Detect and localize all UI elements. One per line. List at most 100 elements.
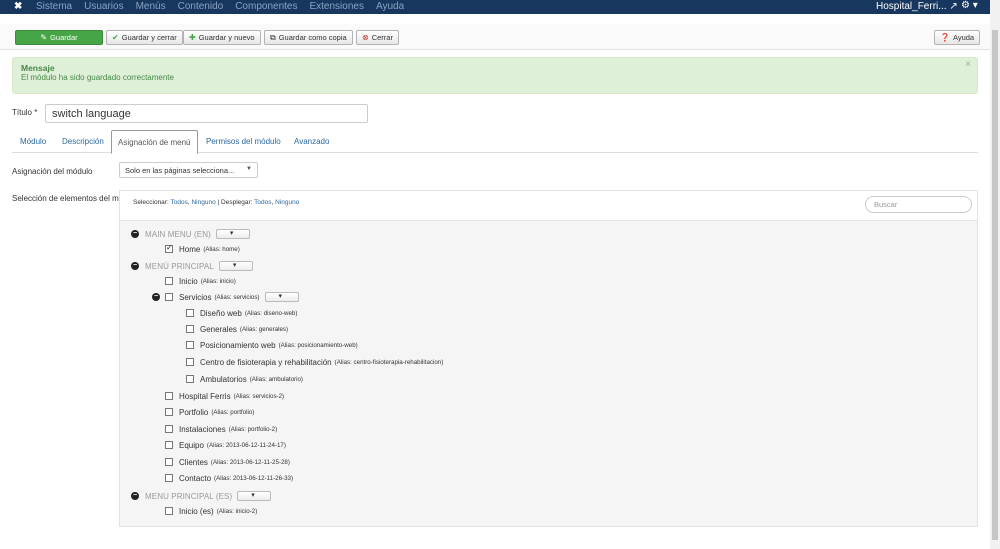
- panel-header: Seleccionar: Todos, Ninguno | Desplegar:…: [120, 191, 977, 221]
- tab-permisos[interactable]: Permisos del módulo: [200, 130, 287, 153]
- save-close-label: Guardar y cerrar: [121, 33, 177, 42]
- checkbox[interactable]: [165, 408, 173, 416]
- item-label: Equipo: [179, 440, 204, 450]
- save-copy-button[interactable]: ⧉ Guardar como copia: [264, 30, 353, 45]
- tab-avanzado[interactable]: Avanzado: [288, 130, 335, 153]
- collapse-icon[interactable]: −: [131, 262, 139, 270]
- checkbox[interactable]: [165, 392, 173, 400]
- menu-group-menu-principal-es: − MENU PRINCIPAL (ES): [131, 490, 272, 502]
- collapse-icon[interactable]: −: [131, 230, 139, 238]
- close-label: Cerrar: [371, 33, 393, 42]
- menu-group-label: MENÚ PRINCIPAL: [145, 261, 214, 271]
- expand-none-link[interactable]: Ninguno: [275, 199, 299, 206]
- item-alias: (Alias: centro-fisioterapia-rehabilitaci…: [334, 358, 444, 366]
- item-alias: (Alias: 2013-06-12-11-24-17): [206, 441, 286, 449]
- title-input[interactable]: [45, 104, 368, 123]
- item-alias: (Alias: inicio-2): [216, 507, 258, 515]
- tree-item-equipo: Equipo (Alias: 2013-06-12-11-24-17): [165, 439, 286, 451]
- checkbox[interactable]: [165, 277, 173, 285]
- tab-asignacion-menu[interactable]: Asignación de menú: [111, 130, 198, 154]
- item-dropdown-button[interactable]: [264, 292, 299, 302]
- gear-icon[interactable]: ⚙ ▾: [961, 0, 978, 11]
- tree-item-portfolio: Portfolio (Alias: portfolio): [165, 406, 254, 418]
- menu-tree-panel: Seleccionar: Todos, Ninguno | Desplegar:…: [119, 190, 978, 527]
- item-label: Portfolio: [179, 407, 209, 417]
- main-menu: Sistema Usuarios Menús Contenido Compone…: [36, 1, 404, 12]
- tree-item-fisioterapia: Centro de fisioterapia y rehabilitación …: [186, 356, 443, 368]
- assignment-value: Solo en las páginas selecciona...: [125, 165, 235, 175]
- search-input[interactable]: Buscar: [865, 196, 972, 213]
- item-label: Diseño web: [200, 308, 242, 318]
- checkbox[interactable]: [165, 474, 173, 482]
- menu-extensiones[interactable]: Extensiones: [309, 1, 363, 12]
- item-alias: (Alias: servicios): [214, 293, 260, 301]
- checkbox[interactable]: [165, 425, 173, 433]
- checkbox[interactable]: [165, 243, 173, 253]
- item-label: Centro de fisioterapia y rehabilitación: [200, 357, 332, 367]
- scrollbar[interactable]: [990, 0, 1000, 549]
- tree-item-diseno-web: Diseño web (Alias: diseno-web): [186, 307, 297, 319]
- checkbox[interactable]: [165, 293, 173, 301]
- item-alias: (Alias: posicionamiento-web): [278, 341, 358, 349]
- tab-modulo[interactable]: Módulo: [14, 130, 52, 153]
- select-none-link[interactable]: Ninguno: [191, 199, 215, 206]
- expand-all-link[interactable]: Todos: [254, 199, 271, 206]
- item-label: Generales: [200, 324, 237, 334]
- tab-descripcion[interactable]: Descripción: [56, 130, 110, 153]
- group-dropdown-button[interactable]: [218, 261, 253, 271]
- item-label: Clientes: [179, 457, 208, 467]
- joomla-logo-icon[interactable]: ✖: [14, 1, 22, 12]
- chevron-down-icon: ▼: [246, 166, 252, 172]
- item-label: Instalaciones: [179, 424, 226, 434]
- item-alias: (Alias: portfolio): [211, 408, 255, 416]
- checkbox[interactable]: [186, 375, 194, 383]
- checkbox[interactable]: [186, 325, 194, 333]
- save-close-button[interactable]: ✔ Guardar y cerrar: [106, 30, 183, 45]
- edit-icon: ✎: [40, 33, 48, 42]
- separator: |: [217, 199, 220, 206]
- toolbar: ✎ Guardar ✔ Guardar y cerrar ✚ Guardar y…: [0, 24, 990, 50]
- checkbox[interactable]: [186, 309, 194, 317]
- checkbox[interactable]: [186, 358, 194, 366]
- collapse-icon[interactable]: −: [131, 492, 139, 500]
- menu-ayuda[interactable]: Ayuda: [376, 1, 404, 12]
- title-label: Título *: [12, 108, 38, 117]
- select-all-link[interactable]: Todos: [170, 199, 187, 206]
- checkbox[interactable]: [186, 341, 194, 349]
- save-new-label: Guardar y nuevo: [198, 33, 255, 42]
- tree-item-contacto: Contacto (Alias: 2013-06-12-11-26-33): [165, 472, 293, 484]
- item-label: Hospital Ferris: [179, 391, 231, 401]
- menu-contenido[interactable]: Contenido: [178, 1, 224, 12]
- save-new-button[interactable]: ✚ Guardar y nuevo: [183, 30, 261, 45]
- close-button[interactable]: ⊗ Cerrar: [356, 30, 399, 45]
- group-dropdown-button[interactable]: [237, 491, 272, 501]
- item-alias: (Alias: 2013-06-12-11-26-33): [214, 474, 294, 482]
- checkbox[interactable]: [165, 507, 173, 515]
- site-link[interactable]: Hospital_Ferri... ↗: [876, 1, 958, 12]
- scrollbar-thumb[interactable]: [992, 30, 998, 540]
- menu-group-label: MAIN MENU (EN): [145, 229, 211, 239]
- menu-sistema[interactable]: Sistema: [36, 1, 72, 12]
- menu-group-label: MENU PRINCIPAL (ES): [145, 491, 233, 501]
- tabs: Módulo Descripción Asignación de menú Pe…: [12, 130, 978, 154]
- collapse-icon[interactable]: −: [152, 293, 160, 301]
- tree-item-ambulatorios: Ambulatorios (Alias: ambulatorio): [186, 373, 303, 385]
- menu-usuarios[interactable]: Usuarios: [84, 1, 123, 12]
- tree-item-inicio: Inicio (Alias: inicio): [165, 275, 236, 287]
- item-alias: (Alias: generales): [239, 325, 289, 333]
- item-label: Servicios: [179, 292, 212, 302]
- assignment-select[interactable]: Solo en las páginas selecciona... ▼: [119, 162, 258, 178]
- item-alias: (Alias: home): [203, 245, 240, 253]
- checkbox[interactable]: [165, 458, 173, 466]
- item-alias: (Alias: ambulatorio): [249, 375, 303, 383]
- help-label: Ayuda: [952, 33, 975, 42]
- save-button[interactable]: ✎ Guardar: [15, 30, 103, 45]
- menu-menus[interactable]: Menús: [136, 1, 166, 12]
- group-dropdown-button[interactable]: [215, 229, 250, 239]
- menu-componentes[interactable]: Componentes: [235, 1, 297, 12]
- close-icon[interactable]: ×: [965, 59, 971, 70]
- checkbox[interactable]: [165, 441, 173, 449]
- help-button[interactable]: ❓ Ayuda: [934, 30, 981, 45]
- message-heading: Mensaje: [21, 63, 55, 73]
- message-text: El módulo ha sido guardado correctamente: [21, 73, 174, 82]
